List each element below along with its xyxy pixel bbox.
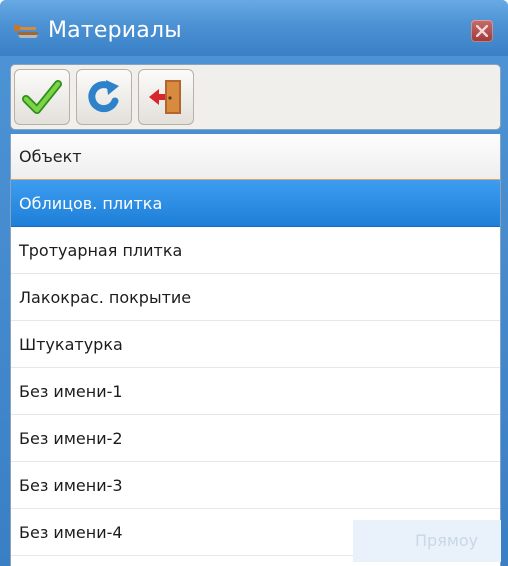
list-item[interactable]: Без имени-2 [11,415,500,462]
list-item[interactable]: Без имени-1 [11,368,500,415]
toolbar [10,64,501,130]
refresh-icon [88,80,119,113]
exit-button[interactable] [138,69,194,125]
materials-list: Объект Облицов. плитка Тротуарная плитка Л… [10,134,501,566]
exit-door-icon [149,80,181,114]
list-item[interactable]: Тротуарная плитка [11,227,500,274]
list-item-label: Штукатурка [19,335,123,354]
list-item[interactable]: Без имени-3 [11,462,500,509]
faded-overlay-label: Прямоу [353,520,501,562]
close-button[interactable] [471,20,493,42]
list-item[interactable]: Штукатурка [11,321,500,368]
materials-window: Материалы Объект Облицов. плитка Тротуар… [0,0,508,566]
list-item[interactable]: Облицов. плитка [11,180,500,227]
list-item-label: Тротуарная плитка [19,241,183,260]
close-icon [476,25,488,37]
overlay-text: Прямоу [415,531,479,550]
refresh-button[interactable] [76,69,132,125]
list-item-label: Облицов. плитка [19,194,163,213]
column-header-object[interactable]: Объект [11,134,500,180]
hammer-saw-icon [12,22,42,40]
list-item-label: Лакокрас. покрытие [19,288,192,307]
window-title: Материалы [48,18,182,43]
list-item-label: Без имени-1 [19,382,123,401]
list-item[interactable]: Лакокрас. покрытие [11,274,500,321]
confirm-button[interactable] [14,69,70,125]
list-item-label: Без имени-2 [19,429,123,448]
list-item-label: Без имени-4 [19,523,123,542]
column-header-label: Объект [19,147,82,166]
list-item-label: Без имени-3 [19,476,123,495]
checkmark-icon [22,80,62,114]
title-bar[interactable]: Материалы [0,0,508,56]
